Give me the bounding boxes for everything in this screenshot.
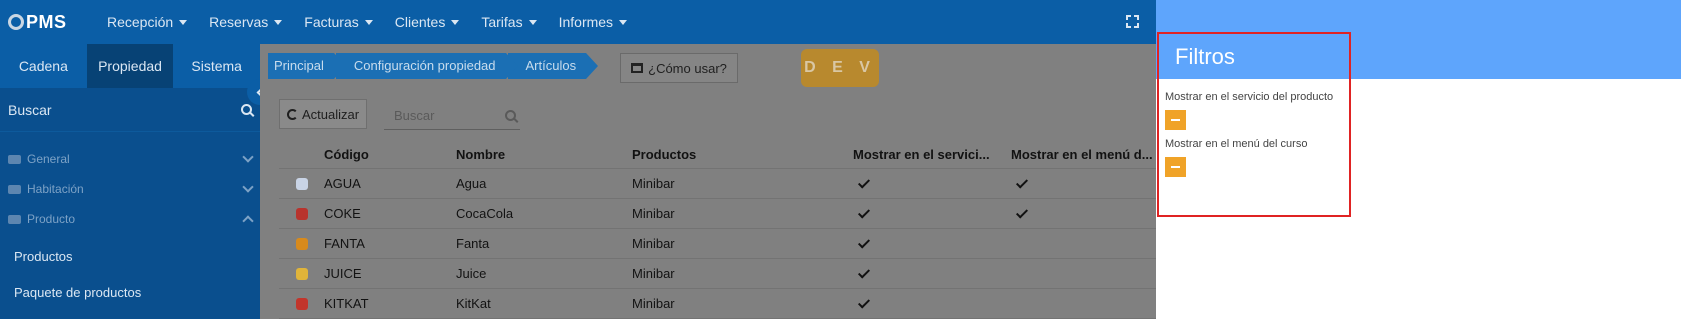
refresh-icon <box>286 108 298 120</box>
column-header-mostrar-menu[interactable]: Mostrar en el menú d... <box>1011 147 1156 162</box>
check-icon <box>1015 206 1029 219</box>
search-placeholder: Buscar <box>394 108 435 123</box>
tab-propiedad[interactable]: Propiedad <box>86 44 174 88</box>
cell-code: JUICE <box>324 266 362 281</box>
sidebar-search[interactable]: Buscar <box>0 88 260 132</box>
caret-down-icon <box>528 19 537 25</box>
check-icon <box>857 266 871 279</box>
bed-icon <box>8 184 21 194</box>
sidebar-search-input[interactable]: Buscar <box>8 102 52 118</box>
sidebar-item-paquete-productos[interactable]: Paquete de productos <box>0 274 260 310</box>
product-thumbnail <box>295 237 308 250</box>
sidebar: Cadena Propiedad Sistema Buscar General … <box>0 44 260 319</box>
table-row[interactable]: KITKAT KitKat Minibar <box>279 289 1156 319</box>
table-search-input[interactable]: Buscar <box>384 102 520 130</box>
breadcrumb-principal[interactable]: Principal <box>268 53 346 79</box>
breadcrumb-configuracion[interactable]: Configuración propiedad <box>335 53 518 79</box>
sidebar-item-productos[interactable]: Productos <box>0 238 260 274</box>
chevron-down-icon <box>242 181 254 193</box>
highlight-box <box>1157 32 1351 217</box>
cell-name: Agua <box>456 176 487 191</box>
cell-code: COKE <box>324 206 361 221</box>
sidebar-group-label: Habitación <box>27 182 84 196</box>
caret-down-icon <box>274 19 283 25</box>
cell-code: AGUA <box>324 176 361 191</box>
table-row[interactable]: JUICE Juice Minibar <box>279 259 1156 289</box>
how-to-button[interactable]: ¿Cómo usar? <box>620 53 738 83</box>
app-logo[interactable]: PMS <box>8 12 96 33</box>
cell-code: KITKAT <box>324 296 369 311</box>
column-header-nombre[interactable]: Nombre <box>456 147 632 162</box>
caret-down-icon <box>451 19 460 25</box>
product-thumbnail <box>295 207 308 220</box>
table-row[interactable]: COKE CocaCola Minibar <box>279 199 1156 229</box>
table-header: Código Nombre Productos Mostrar en el se… <box>279 141 1156 169</box>
cell-name: Fanta <box>456 236 490 251</box>
column-header-mostrar-servicio[interactable]: Mostrar en el servici... <box>853 147 1011 162</box>
cell-name: CocaCola <box>456 206 514 221</box>
breadcrumb-articulos[interactable]: Artículos <box>507 53 598 79</box>
chevron-down-icon <box>242 151 254 163</box>
sidebar-group-label: General <box>27 152 70 166</box>
cell-product: Minibar <box>632 266 675 281</box>
sidebar-group-producto[interactable]: Producto <box>0 204 260 234</box>
main-content: Principal Configuración propiedad Artícu… <box>260 44 1156 319</box>
cell-product: Minibar <box>632 296 675 311</box>
cell-code: FANTA <box>324 236 365 251</box>
main-menu: Recepción Reservas Facturas Clientes Tar… <box>96 14 638 30</box>
check-icon <box>1015 176 1029 189</box>
cubes-icon <box>8 214 21 224</box>
tab-sistema[interactable]: Sistema <box>173 44 260 88</box>
menu-facturas[interactable]: Facturas <box>293 14 383 30</box>
refresh-button[interactable]: Actualizar <box>279 99 367 129</box>
sidebar-group-general[interactable]: General <box>0 144 260 174</box>
menu-reservas[interactable]: Reservas <box>198 14 293 30</box>
caret-down-icon <box>179 19 188 25</box>
search-icon[interactable] <box>505 110 516 121</box>
menu-clientes[interactable]: Clientes <box>384 14 471 30</box>
table-body: AGUA Agua Minibar COKE CocaCola Minibar FANTA F… <box>279 169 1156 319</box>
check-icon <box>857 296 871 309</box>
table-row[interactable]: AGUA Agua Minibar <box>279 169 1156 199</box>
menu-informes[interactable]: Informes <box>548 14 638 30</box>
menu-recepcion[interactable]: Recepción <box>96 14 198 30</box>
logo-icon <box>8 14 24 30</box>
cell-product: Minibar <box>632 236 675 251</box>
table-row[interactable]: FANTA Fanta Minibar <box>279 229 1156 259</box>
check-icon <box>857 176 871 189</box>
check-icon <box>857 206 871 219</box>
gears-icon <box>8 154 21 164</box>
environment-badge: D E V <box>801 49 879 87</box>
sidebar-tabs: Cadena Propiedad Sistema <box>0 44 260 88</box>
cell-name: Juice <box>456 266 487 281</box>
cell-name: KitKat <box>456 296 491 311</box>
tab-cadena[interactable]: Cadena <box>0 44 87 88</box>
product-thumbnail <box>295 177 308 190</box>
product-thumbnail <box>295 297 308 310</box>
check-icon <box>857 236 871 249</box>
sidebar-group-label: Producto <box>27 212 76 226</box>
menu-tarifas[interactable]: Tarifas <box>470 14 547 30</box>
fullscreen-icon[interactable] <box>1126 15 1139 28</box>
caret-down-icon <box>364 19 373 25</box>
search-icon[interactable] <box>241 104 252 115</box>
breadcrumb: Principal Configuración propiedad Artícu… <box>268 53 598 79</box>
column-header-productos[interactable]: Productos <box>632 147 853 162</box>
caret-down-icon <box>619 19 628 25</box>
how-to-label: ¿Cómo usar? <box>648 60 727 76</box>
product-thumbnail <box>295 267 308 280</box>
articles-table: Código Nombre Productos Mostrar en el se… <box>279 141 1156 319</box>
cell-product: Minibar <box>632 176 675 191</box>
cell-product: Minibar <box>632 206 675 221</box>
refresh-label: Actualizar <box>301 106 360 122</box>
logo-text: PMS <box>26 11 67 32</box>
sidebar-group-habitacion[interactable]: Habitación <box>0 174 260 204</box>
chevron-up-icon <box>242 215 254 227</box>
column-header-codigo[interactable]: Código <box>324 147 456 162</box>
book-icon <box>631 63 644 73</box>
